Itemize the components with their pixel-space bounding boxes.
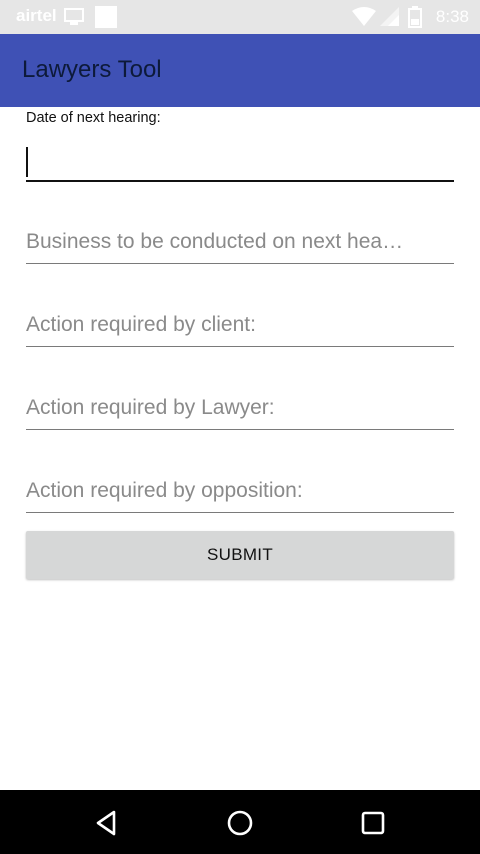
date-of-next-hearing-label: Date of next hearing: — [26, 110, 161, 126]
lawyer-action-input[interactable] — [26, 391, 454, 425]
back-icon[interactable] — [92, 808, 122, 838]
date-field-underline — [26, 180, 454, 182]
app-bar: Lawyers Tool — [0, 34, 480, 107]
lawyer-action-field-underline — [26, 429, 454, 430]
client-action-field[interactable] — [26, 308, 454, 347]
opposition-action-input[interactable] — [26, 474, 454, 508]
clock: 8:38 — [435, 7, 469, 26]
navigation-bar — [0, 790, 480, 854]
battery-icon — [408, 6, 422, 33]
opposition-action-field-underline — [26, 512, 454, 513]
square-icon — [94, 5, 118, 34]
client-action-input[interactable] — [26, 308, 454, 342]
recents-icon[interactable] — [358, 808, 388, 838]
submit-button[interactable]: SUBMIT — [26, 531, 454, 579]
business-input[interactable] — [26, 225, 454, 259]
status-bar: airtel 8:38 — [0, 0, 480, 34]
text-cursor — [26, 147, 28, 177]
notification-icon — [64, 8, 84, 31]
lawyer-action-field[interactable] — [26, 391, 454, 430]
date-field[interactable] — [26, 143, 458, 182]
app-title: Lawyers Tool — [22, 56, 162, 83]
carrier-name: airtel — [16, 6, 57, 25]
business-field-underline — [26, 263, 454, 264]
date-input[interactable] — [26, 143, 458, 177]
business-field[interactable] — [26, 225, 454, 264]
signal-icon — [380, 7, 400, 32]
wifi-icon — [352, 7, 376, 32]
client-action-field-underline — [26, 346, 454, 347]
opposition-action-field[interactable] — [26, 474, 454, 513]
home-icon[interactable] — [225, 808, 255, 838]
